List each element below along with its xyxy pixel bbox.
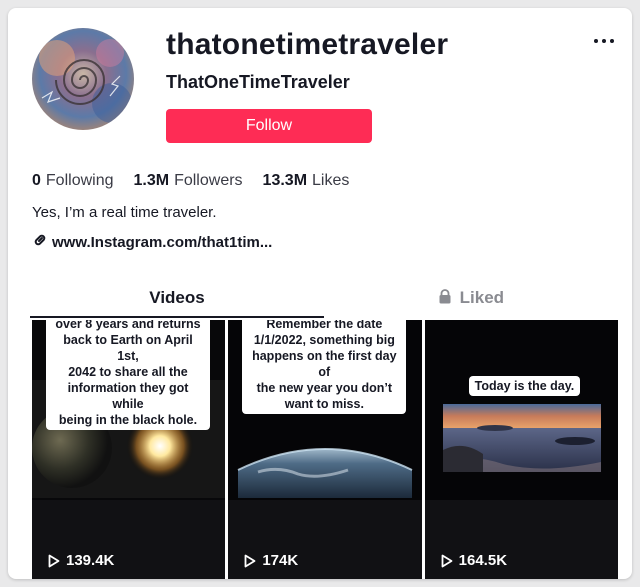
play-icon bbox=[244, 554, 256, 567]
follow-button[interactable]: Follow bbox=[166, 109, 372, 143]
profile-username: thatonetimetraveler bbox=[166, 28, 449, 61]
profile-bio: Yes, I’m a real time traveler. bbox=[32, 204, 217, 221]
stat-following-label: Following bbox=[45, 172, 114, 189]
active-tab-indicator bbox=[30, 316, 324, 318]
profile-link-text: www.Instagram.com/that1tim... bbox=[52, 233, 273, 251]
stat-likes-value: 13.3M bbox=[262, 172, 308, 189]
video-1-views: 139.4K bbox=[48, 552, 114, 569]
video-1-caption-line: 2042 to share all the bbox=[68, 365, 188, 379]
play-icon bbox=[441, 554, 453, 567]
video-3-caption-line: Today is the day. bbox=[474, 379, 575, 393]
video-1-view-count: 139.4K bbox=[66, 552, 115, 569]
profile-link[interactable]: www.Instagram.com/that1tim... bbox=[32, 232, 272, 252]
video-thumbnail-1[interactable]: over 8 years and returns back to Earth o… bbox=[32, 320, 226, 579]
stat-followers-value: 1.3M bbox=[133, 172, 170, 189]
video-2-view-count: 174K bbox=[262, 552, 299, 569]
video-3-views: 164.5K bbox=[441, 552, 507, 569]
video-3-view-count: 164.5K bbox=[458, 552, 508, 569]
video-1-caption: over 8 years and returns back to Earth o… bbox=[46, 320, 210, 430]
video-2-caption-line: happens on the first day of bbox=[252, 349, 397, 379]
profile-stats: 0 Following 1.3M Followers 13.3M Likes bbox=[32, 172, 349, 190]
stat-followers-label: Followers bbox=[174, 172, 243, 189]
video-2-views: 174K bbox=[244, 552, 298, 569]
video-2-caption: Remember the date 1/1/2022, something bi… bbox=[242, 320, 407, 414]
profile-display-name: ThatOneTimeTraveler bbox=[166, 72, 350, 92]
video-1-caption-line: back to Earth on April 1st, bbox=[63, 333, 193, 363]
video-2-caption-line: Remember the date bbox=[266, 320, 383, 331]
lock-icon bbox=[438, 288, 460, 307]
stat-following[interactable]: 0 Following bbox=[32, 172, 114, 190]
stat-likes: 13.3M Likes bbox=[263, 172, 350, 190]
stat-following-value: 0 bbox=[32, 172, 41, 189]
link-icon bbox=[32, 232, 48, 252]
tab-videos-label: Videos bbox=[149, 288, 205, 307]
video-2-caption-line: the new year you don’t bbox=[256, 381, 393, 395]
video-1-caption-line: information they got while bbox=[67, 381, 189, 411]
video-2-caption-line: 1/1/2022, something big bbox=[253, 333, 395, 347]
tab-liked[interactable]: Liked bbox=[324, 280, 618, 316]
profile-tabs: Videos Liked bbox=[30, 280, 618, 318]
tab-liked-label: Liked bbox=[459, 288, 505, 307]
video-1-caption-line: being in the black hole. bbox=[58, 413, 198, 427]
play-icon bbox=[48, 554, 60, 567]
video-3-caption: Today is the day. bbox=[468, 376, 581, 396]
profile-card: thatonetimetraveler ThatOneTimeTraveler … bbox=[8, 8, 632, 579]
video-1-caption-line: over 8 years and returns bbox=[55, 320, 201, 331]
tab-videos[interactable]: Videos bbox=[30, 280, 324, 316]
video-grid: over 8 years and returns back to Earth o… bbox=[32, 320, 618, 579]
stat-likes-label: Likes bbox=[312, 172, 350, 189]
video-2-caption-line: want to miss. bbox=[284, 397, 364, 411]
video-thumbnail-3[interactable]: Today is the day. 164.5K bbox=[424, 320, 618, 579]
stat-followers[interactable]: 1.3M Followers bbox=[134, 172, 243, 190]
more-options-icon[interactable] bbox=[594, 34, 618, 48]
avatar[interactable] bbox=[32, 28, 134, 130]
video-thumbnail-2[interactable]: Remember the date 1/1/2022, something bi… bbox=[228, 320, 422, 579]
